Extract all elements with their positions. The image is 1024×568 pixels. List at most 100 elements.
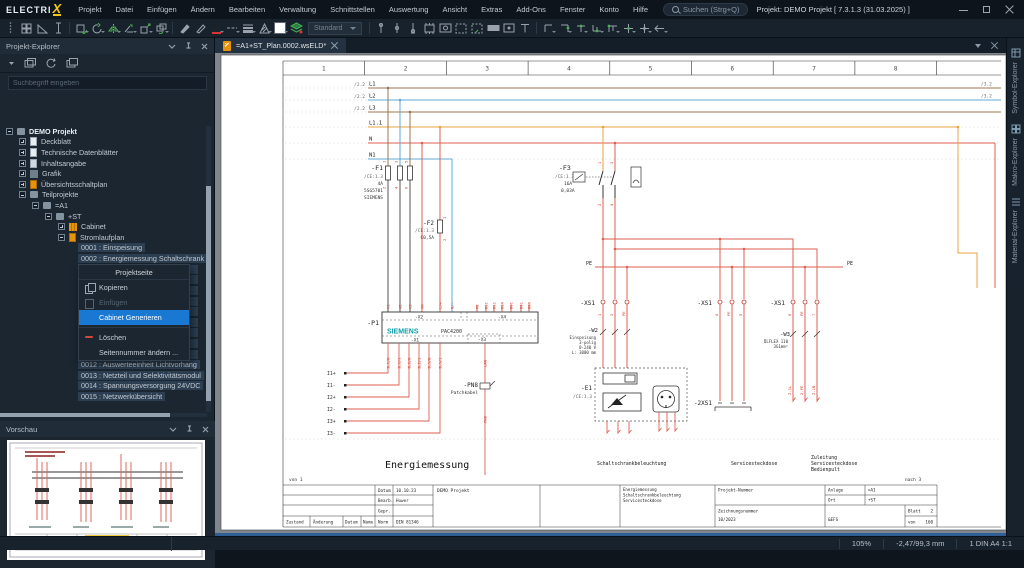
minimize-icon[interactable] [959,5,968,14]
scale-icon[interactable] [137,20,153,36]
tree-item-demo-projekt[interactable]: DEMO Projekt [0,126,207,137]
tree-horizontal-scrollbar[interactable] [0,413,207,417]
color-swatch[interactable] [272,20,288,36]
schematic-canvas[interactable]: 12 34 56 78 /2.2L1 /2.2 [215,53,1006,533]
maximize-icon[interactable] [982,5,991,14]
color-pen-icon[interactable] [208,20,224,36]
collapse-icon[interactable] [6,128,13,135]
plug-icon[interactable] [501,20,517,36]
wire-tee-down-icon[interactable] [572,20,588,36]
text-tool-icon[interactable] [517,20,533,36]
device-chip-icon[interactable] [421,20,437,36]
pin-icon[interactable] [185,42,192,51]
close-icon[interactable] [201,43,208,50]
close-icon[interactable] [991,42,998,49]
paste-icon[interactable] [73,20,89,36]
expand-icon[interactable] [19,170,26,177]
context-item-cabinet-generieren[interactable]: Cabinet Generieren [79,310,189,325]
tree-item-stromlaufplan[interactable]: Stromlaufplan [0,232,207,243]
wire-corner-icon[interactable] [540,20,556,36]
move-icon[interactable] [121,20,137,36]
collapse-icon[interactable] [45,213,52,220]
format-brush-icon[interactable] [176,20,192,36]
rotate-icon[interactable] [89,20,105,36]
menu-ansicht[interactable]: Ansicht [435,5,474,14]
global-search[interactable]: Suchen (Strg+Q) [663,3,748,16]
tree-item-technische-datenblaetter[interactable]: Technische Datenblätter [0,147,207,158]
tree-item-inhaltsangabe[interactable]: Inhaltsangabe [0,158,207,169]
menu-konto[interactable]: Konto [592,5,626,14]
expand-icon[interactable] [19,181,26,188]
tree-item-teilprojekte[interactable]: Teilprojekte [0,190,207,201]
menu-schnittstellen[interactable]: Schnittstellen [323,5,382,14]
expand-icon[interactable] [19,160,26,167]
pin-icon[interactable] [186,425,193,434]
context-item-kopieren[interactable]: Kopieren [79,280,189,295]
tree-item-a1[interactable]: =A1 [0,200,207,211]
macro-box-icon[interactable] [469,20,485,36]
tree-item-grafik[interactable]: Grafik [0,168,207,179]
tree-item-uebersichtsschaltplan[interactable]: Übersichtsschaltplan [0,179,207,190]
menu-addons[interactable]: Add-Ons [509,5,553,14]
line-style-icon[interactable] [224,20,240,36]
expand-icon[interactable] [19,138,26,145]
tree-vertical-scrollbar[interactable] [206,126,211,412]
hatch-icon[interactable] [256,20,272,36]
new-pages-icon[interactable] [24,58,37,68]
wire-cross-icon[interactable] [620,20,636,36]
tree-item-0001-einspeisung[interactable]: 0001 : Einspeisung [0,243,207,254]
collapse-icon[interactable] [19,191,26,198]
chevron-down-icon[interactable] [168,44,176,49]
menu-extras[interactable]: Extras [474,5,509,14]
pin-bottom-icon[interactable] [405,20,421,36]
menu-projekt[interactable]: Projekt [71,5,108,14]
scrollbar-thumb[interactable] [0,413,170,417]
menu-verwaltung[interactable]: Verwaltung [272,5,323,14]
mirror-icon[interactable] [105,20,121,36]
pin-top-icon[interactable] [373,20,389,36]
tree-item-0002-energiemessung[interactable]: 0002 : Energiemessung Schaltschrank [0,253,207,264]
expand-icon[interactable] [19,149,26,156]
refresh-icon[interactable] [46,58,57,68]
format-brush2-icon[interactable] [192,20,208,36]
pin-mid-icon[interactable] [389,20,405,36]
collapse-icon[interactable] [58,234,65,241]
chevron-down-icon[interactable] [975,44,981,48]
menu-aendern[interactable]: Ändern [184,5,222,14]
tree-item-st[interactable]: +ST [0,211,207,222]
menu-datei[interactable]: Datei [109,5,141,14]
close-icon[interactable] [202,426,209,433]
tree-item-0015-netzwerkuebersicht[interactable]: 0015 : Netzwerkübersicht [0,391,207,402]
explorer-search-input[interactable] [8,76,207,90]
tree-item-0014-spannungsversorgung[interactable]: 0014 : Spannungsversorgung 24VDC [0,380,207,391]
tree-item-cabinet[interactable]: Cabinet [0,221,207,232]
line-width-icon[interactable] [240,20,256,36]
close-tab-icon[interactable] [331,42,338,49]
chevron-down-icon[interactable] [169,427,177,432]
wire-branch-icon[interactable] [588,20,604,36]
tab-symbol-explorer[interactable]: Symbol-Explorer [1007,48,1024,114]
context-item-loeschen[interactable]: Löschen [79,330,189,345]
wire-node-icon[interactable] [636,20,652,36]
menu-fenster[interactable]: Fenster [553,5,592,14]
tree-item-deckblatt[interactable]: Deckblatt [0,137,207,148]
menu-hilfe[interactable]: Hilfe [626,5,655,14]
angle-measure-icon[interactable] [34,20,50,36]
menu-auswertung[interactable]: Auswertung [382,5,436,14]
text-cursor-icon[interactable] [50,20,66,36]
context-item-einfuegen[interactable]: Einfügen [79,295,189,310]
wire-tee-left-icon[interactable] [556,20,572,36]
scrollbar-thumb[interactable] [206,186,211,401]
selection-box-icon[interactable] [453,20,469,36]
array-copy-icon[interactable] [153,20,169,36]
dropdown-icon[interactable] [8,61,15,66]
document-tab-active[interactable]: =A1+ST_Plan.0002.wsELD* [215,38,346,53]
tab-material-explorer[interactable]: Material-Explorer [1007,196,1024,263]
menu-bearbeiten[interactable]: Bearbeiten [222,5,272,14]
device-relay-icon[interactable] [437,20,453,36]
cable-icon[interactable] [485,20,501,36]
layers-icon[interactable] [288,20,304,36]
zoom-level[interactable]: 105% [840,539,883,548]
blocks-icon[interactable] [18,20,34,36]
tree-item-0013-netzteil[interactable]: 0013 : Netzteil und Selektivitätsmodul [0,370,207,381]
